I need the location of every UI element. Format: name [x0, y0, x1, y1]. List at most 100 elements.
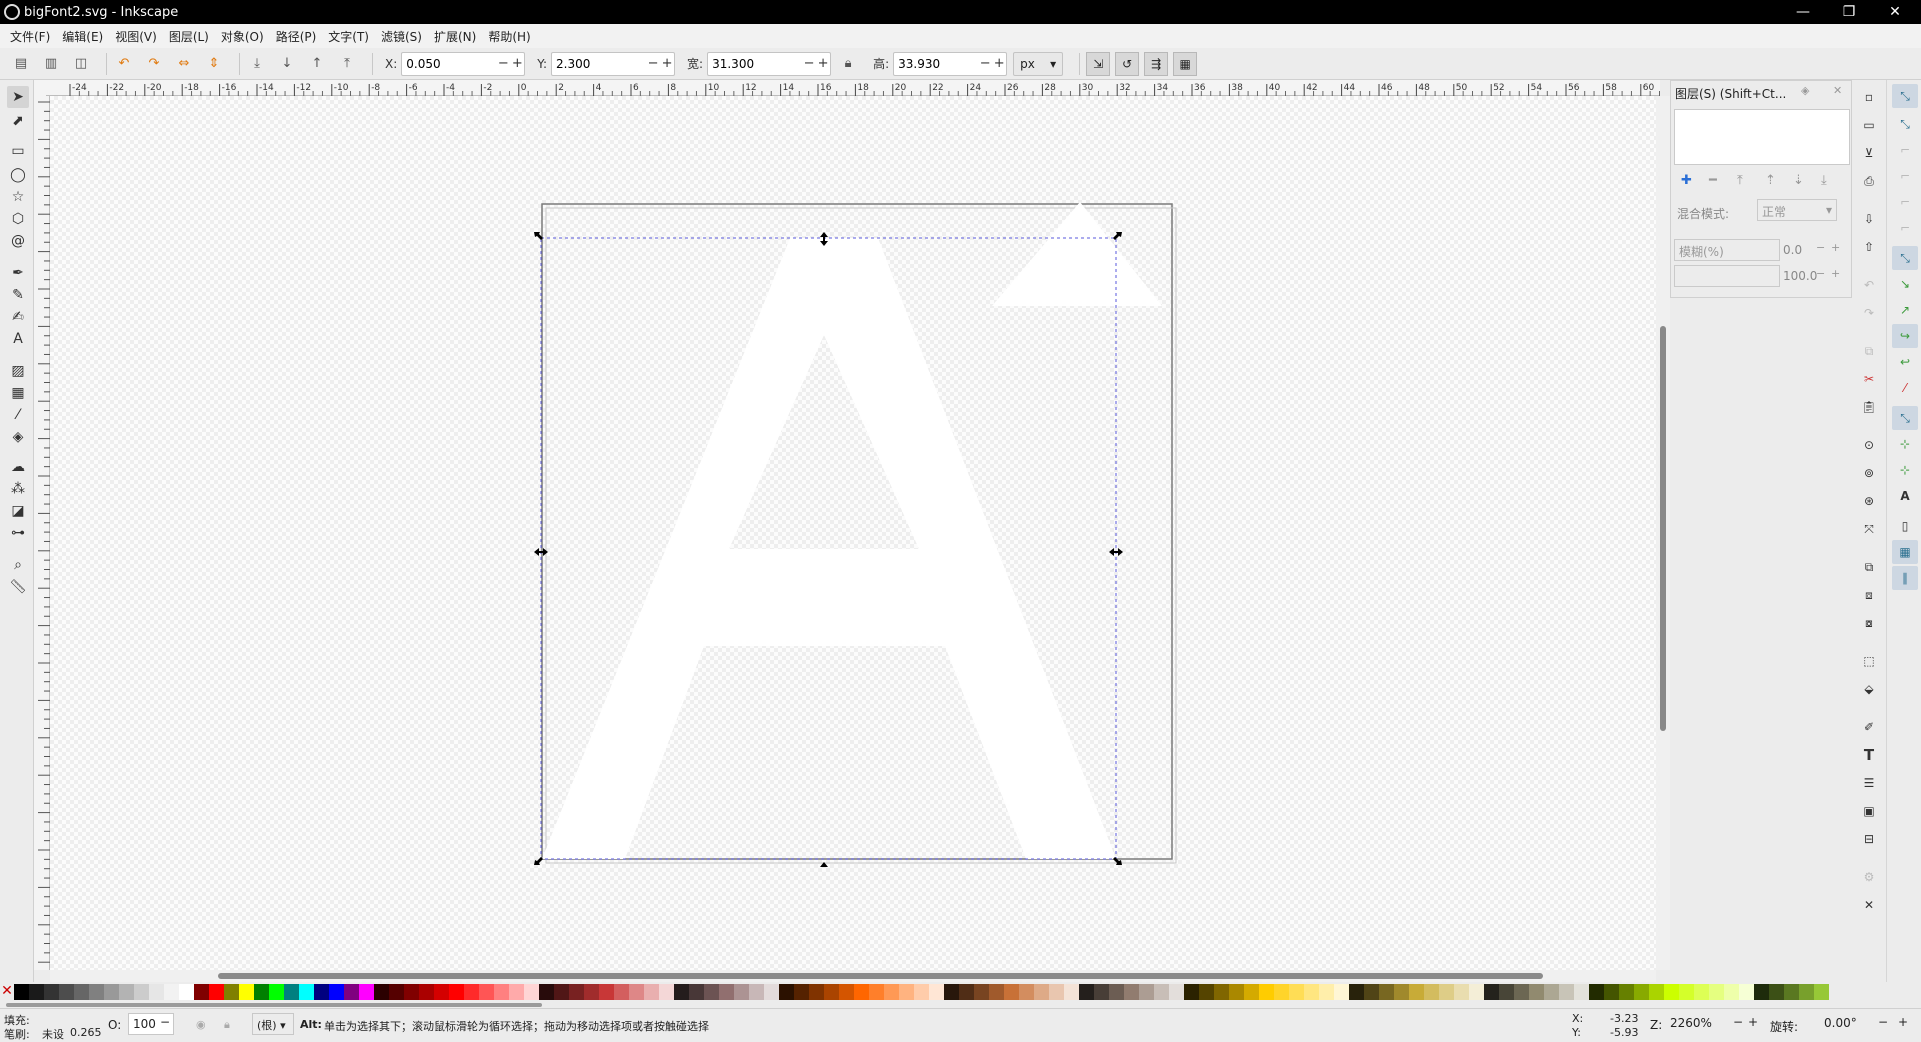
- color-swatch[interactable]: [1619, 984, 1634, 1000]
- color-swatch[interactable]: [119, 984, 134, 1000]
- flip-horizontal-icon[interactable]: ⇔: [173, 53, 195, 75]
- horizontal-scroll-thumb[interactable]: [218, 973, 1543, 979]
- height-decrement-button[interactable]: −: [978, 56, 992, 71]
- dock-iconify-icon[interactable]: ◈: [1801, 84, 1809, 97]
- color-swatch[interactable]: [1049, 984, 1064, 1000]
- 3d-box-tool-icon[interactable]: ⬡: [7, 208, 29, 230]
- color-swatch[interactable]: [1499, 984, 1514, 1000]
- width-increment-button[interactable]: +: [816, 56, 830, 71]
- group-icon[interactable]: ⬚: [1860, 652, 1878, 670]
- unit-select[interactable]: px ▾: [1013, 51, 1064, 76]
- current-layer-select[interactable]: (根) ▾: [252, 1013, 294, 1035]
- y-input[interactable]: [552, 52, 647, 75]
- calligraphy-tool-icon[interactable]: ✍: [7, 306, 29, 328]
- color-swatch[interactable]: [1349, 984, 1364, 1000]
- color-swatch[interactable]: [1304, 984, 1319, 1000]
- print-icon[interactable]: ⎙: [1860, 172, 1878, 190]
- menu-file[interactable]: 文件(F): [4, 28, 56, 45]
- color-swatch[interactable]: [1649, 984, 1664, 1000]
- layer-to-top-icon[interactable]: ⤒: [1737, 173, 1743, 188]
- blur-increment-button[interactable]: +: [1831, 241, 1840, 254]
- minimize-button[interactable]: —: [1780, 0, 1826, 24]
- snap-guides-icon[interactable]: ∥: [1892, 566, 1918, 590]
- color-swatch[interactable]: [134, 984, 149, 1000]
- zoom-page-icon[interactable]: ⊛: [1860, 492, 1878, 510]
- remove-layer-icon[interactable]: ━: [1709, 173, 1717, 188]
- selector-tool-icon[interactable]: ➤: [7, 86, 29, 108]
- color-swatch[interactable]: [1289, 984, 1304, 1000]
- pen-tool-icon[interactable]: ✒: [7, 262, 29, 284]
- snap-intersections-icon[interactable]: ↗: [1892, 298, 1918, 322]
- color-swatch[interactable]: [749, 984, 764, 1000]
- color-swatch[interactable]: [434, 984, 449, 1000]
- color-swatch[interactable]: [869, 984, 884, 1000]
- palette-scroll-thumb[interactable]: [6, 1003, 542, 1007]
- layer-opacity-value[interactable]: 100.0: [1783, 269, 1817, 283]
- color-swatch[interactable]: [1079, 984, 1094, 1000]
- drawing-canvas[interactable]: [50, 96, 1656, 970]
- snap-grid-icon[interactable]: ▦: [1892, 540, 1918, 564]
- raise-icon[interactable]: ↑: [306, 53, 328, 75]
- color-swatch[interactable]: [1169, 984, 1184, 1000]
- copy-icon[interactable]: ⧉: [1860, 342, 1878, 360]
- layer-visibility-icon[interactable]: ◉: [196, 1018, 206, 1031]
- handle-right[interactable]: [1109, 548, 1123, 556]
- color-swatch[interactable]: [329, 984, 344, 1000]
- color-swatch[interactable]: [1724, 984, 1739, 1000]
- color-swatch[interactable]: [959, 984, 974, 1000]
- vertical-ruler[interactable]: [34, 96, 50, 970]
- rotate-decrement-button[interactable]: −: [1878, 1015, 1888, 1029]
- vertical-scrollbar[interactable]: [1656, 96, 1670, 970]
- color-swatch[interactable]: [719, 984, 734, 1000]
- rotate-cw-icon[interactable]: ↷: [143, 53, 165, 75]
- menu-object[interactable]: 对象(O): [215, 28, 270, 45]
- color-swatch[interactable]: [149, 984, 164, 1000]
- color-swatch[interactable]: [44, 984, 59, 1000]
- menu-help[interactable]: 帮助(H): [482, 28, 536, 45]
- color-swatch[interactable]: [14, 984, 29, 1000]
- color-swatch[interactable]: [1589, 984, 1604, 1000]
- opacity-slider[interactable]: [1674, 265, 1780, 287]
- color-swatch[interactable]: [824, 984, 839, 1000]
- ungroup-icon[interactable]: ⬙: [1860, 680, 1878, 698]
- color-swatch[interactable]: [254, 984, 269, 1000]
- snap-bbox-corner-icon[interactable]: ⌐: [1892, 164, 1918, 188]
- y-decrement-button[interactable]: −: [646, 56, 660, 71]
- color-swatch[interactable]: [1664, 984, 1679, 1000]
- select-all-layers-icon[interactable]: ▥: [40, 53, 62, 75]
- color-swatch[interactable]: [1799, 984, 1814, 1000]
- color-swatch[interactable]: [779, 984, 794, 1000]
- handle-bottom-right[interactable]: [1113, 857, 1122, 865]
- color-swatch[interactable]: [539, 984, 554, 1000]
- layer-raise-icon[interactable]: ⇡: [1765, 173, 1776, 188]
- color-swatch[interactable]: [1679, 984, 1694, 1000]
- color-swatch[interactable]: [554, 984, 569, 1000]
- color-swatch[interactable]: [1034, 984, 1049, 1000]
- horizontal-scrollbar[interactable]: [50, 970, 1656, 982]
- snap-centers-icon[interactable]: ⊹: [1892, 432, 1918, 456]
- color-swatch[interactable]: [854, 984, 869, 1000]
- tweak-tool-icon[interactable]: ☁: [7, 456, 29, 478]
- color-swatch[interactable]: [1544, 984, 1559, 1000]
- layer-lower-icon[interactable]: ⇣: [1793, 173, 1804, 188]
- lock-ratio-icon[interactable]: 🔒︎: [837, 53, 859, 75]
- menu-filters[interactable]: 滤镜(S): [375, 28, 428, 45]
- lower-to-bottom-icon[interactable]: ⤓: [246, 53, 268, 75]
- new-document-icon[interactable]: ▫: [1860, 88, 1878, 106]
- x-field[interactable]: − +: [401, 51, 526, 76]
- blur-decrement-button[interactable]: −: [1816, 241, 1825, 254]
- color-swatch[interactable]: [1004, 984, 1019, 1000]
- color-swatch[interactable]: [1739, 984, 1754, 1000]
- transform-gradients-icon[interactable]: ⇶: [1144, 51, 1169, 76]
- close-button[interactable]: ✕: [1872, 0, 1918, 24]
- x-decrement-button[interactable]: −: [496, 56, 510, 71]
- text-tool-icon[interactable]: A: [7, 328, 29, 350]
- transform-patterns-icon[interactable]: ▦: [1173, 51, 1198, 76]
- color-swatch[interactable]: [734, 984, 749, 1000]
- unlink-clone-icon[interactable]: ⧇: [1860, 614, 1878, 632]
- y-increment-button[interactable]: +: [660, 56, 674, 71]
- rotate-increment-button[interactable]: +: [1898, 1015, 1908, 1029]
- export-icon[interactable]: ⇧: [1860, 238, 1878, 256]
- xml-editor-icon[interactable]: ▣: [1860, 802, 1878, 820]
- eraser-tool-icon[interactable]: ◪: [7, 500, 29, 522]
